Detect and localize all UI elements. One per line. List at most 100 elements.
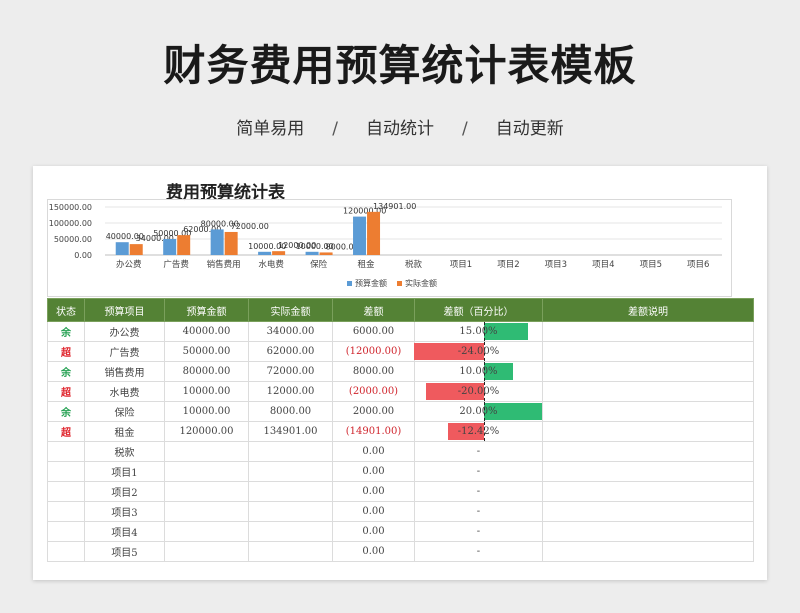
diff-note-cell — [542, 521, 754, 542]
diff-pct-label: - — [476, 526, 481, 537]
subtitle-item-auto-update: 自动更新 — [495, 119, 564, 139]
spreadsheet-preview: 费用预算统计表 150000.00 100000.00 50000.00 0.00 办公… — [33, 166, 767, 580]
subtitle-separator: / — [462, 119, 468, 139]
budget-cell — [164, 501, 249, 522]
diff-pct-cell: 20.00% — [414, 401, 543, 422]
diff-cell: 0.00 — [332, 501, 415, 522]
legend-swatch — [347, 281, 352, 286]
bar-actual — [224, 231, 238, 255]
x-tick-label: 项目4 — [592, 260, 614, 270]
subtitle-item-auto-stats: 自动统计 — [366, 119, 434, 139]
col-header-status: 状态 — [47, 298, 85, 322]
x-tick-label: 办公费 — [116, 259, 142, 270]
diff-pct-label: 10.00% — [459, 366, 498, 377]
diff-cell: 2000.00 — [332, 401, 415, 422]
col-header-actual: 实际金额 — [248, 298, 333, 322]
bar-budget — [258, 251, 272, 255]
table-row: 超广告费 50000.00 62000.00 (12000.00) -24.00% — [47, 341, 754, 362]
status-cell — [47, 441, 85, 462]
item-cell: 租金 — [84, 421, 165, 442]
data-label: 134901.00 — [373, 202, 416, 211]
item-cell: 税款 — [84, 441, 165, 462]
y-tick-label: 0.00 — [74, 251, 92, 260]
diff-note-cell — [542, 481, 754, 502]
diff-note-cell — [542, 321, 754, 342]
actual-cell — [248, 441, 333, 462]
col-header-diff-note: 差额说明 — [542, 298, 754, 322]
budget-cell: 120000.00 — [164, 421, 249, 442]
bar-budget — [353, 216, 367, 255]
diff-note-cell — [542, 421, 754, 442]
diff-cell: 6000.00 — [332, 321, 415, 342]
diff-pct-label: -12.42% — [457, 426, 500, 437]
budget-cell — [164, 481, 249, 502]
diff-pct-label: - — [476, 466, 481, 477]
col-header-diff: 差额 — [332, 298, 415, 322]
actual-cell — [248, 541, 333, 562]
diff-note-cell — [542, 401, 754, 422]
status-cell — [47, 541, 85, 562]
legend-entry: 实际金额 — [405, 278, 437, 288]
actual-cell: 72000.00 — [248, 361, 333, 382]
diff-note-cell — [542, 341, 754, 362]
table-row: 项目2 0.00 - — [47, 481, 754, 502]
bar-budget — [305, 251, 319, 255]
table-row: 余保险 10000.00 8000.00 2000.00 20.00% — [47, 401, 754, 422]
item-cell: 保险 — [84, 401, 165, 422]
actual-cell — [248, 481, 333, 502]
legend-swatch — [397, 281, 402, 286]
diff-cell: (14901.00) — [332, 421, 415, 442]
status-cell — [47, 481, 85, 502]
diff-pct-cell: - — [414, 441, 543, 462]
diff-pct-label: - — [476, 486, 481, 497]
actual-cell — [248, 521, 333, 542]
item-cell: 项目4 — [84, 521, 165, 542]
item-cell: 项目1 — [84, 461, 165, 482]
x-tick-label: 项目6 — [687, 260, 709, 270]
diff-pct-label: 20.00% — [459, 406, 498, 417]
diff-pct-label: - — [476, 506, 481, 517]
actual-cell: 62000.00 — [248, 341, 333, 362]
diff-note-cell — [542, 361, 754, 382]
diff-pct-label: - — [476, 546, 481, 557]
item-cell: 项目3 — [84, 501, 165, 522]
x-tick-label: 税款 — [405, 259, 423, 270]
x-tick-label: 项目3 — [545, 260, 567, 270]
budget-cell — [164, 441, 249, 462]
x-tick-label: 保险 — [310, 259, 328, 270]
actual-cell: 8000.00 — [248, 401, 333, 422]
item-cell: 销售费用 — [84, 361, 165, 382]
diff-note-cell — [542, 501, 754, 522]
subtitle: 简单易用 / 自动统计 / 自动更新 — [0, 114, 800, 139]
item-cell: 办公费 — [84, 321, 165, 342]
col-header-budget: 预算金额 — [164, 298, 249, 322]
diff-note-cell — [542, 461, 754, 482]
item-cell: 项目2 — [84, 481, 165, 502]
bar-actual — [129, 244, 143, 255]
diff-cell: (2000.00) — [332, 381, 415, 402]
table-header-row: 状态 预算项目 预算金额 实际金额 差额 差额（百分比） 差额说明 — [47, 298, 754, 322]
bar-budget — [163, 239, 177, 255]
page-title: 财务费用预算统计表模板 — [163, 41, 637, 90]
budget-cell — [164, 461, 249, 482]
diff-cell: 0.00 — [332, 521, 415, 542]
table-row: 项目1 0.00 - — [47, 461, 754, 482]
table-row: 超租金 120000.00 134901.00 (14901.00) -12.42% — [47, 421, 754, 442]
legend-entry: 预算金额 — [355, 278, 387, 288]
budget-cell: 10000.00 — [164, 401, 249, 422]
table-row: 项目3 0.00 - — [47, 501, 754, 522]
diff-pct-cell: -24.00% — [414, 341, 543, 362]
subtitle-item-easy: 简单易用 — [236, 119, 305, 139]
col-header-diff-pct: 差额（百分比） — [414, 298, 543, 322]
status-cell — [47, 521, 85, 542]
bar-actual — [319, 252, 333, 255]
x-tick-label: 销售费用 — [207, 259, 241, 270]
diff-pct-cell: - — [414, 501, 543, 522]
y-tick-label: 100000.00 — [49, 219, 92, 228]
diff-note-cell — [542, 441, 754, 462]
subtitle-separator: / — [332, 119, 338, 139]
status-cell: 超 — [47, 421, 85, 442]
diff-note-cell — [542, 541, 754, 562]
budget-bar-chart: 150000.00100000.0050000.000.00办公费40000.0… — [49, 202, 722, 288]
y-tick-label: 50000.00 — [54, 235, 92, 244]
